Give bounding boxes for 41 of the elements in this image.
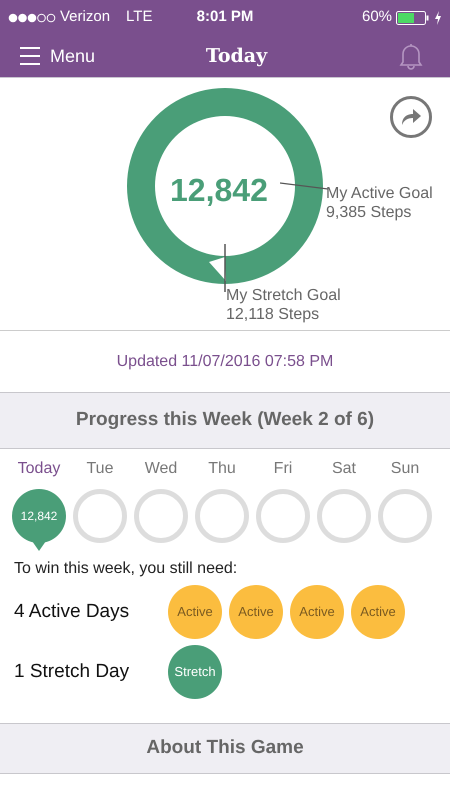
leader-line: [280, 182, 328, 190]
page-title: Today: [204, 44, 269, 69]
day-label: Sat: [332, 459, 356, 479]
day-badge: Active: [229, 585, 283, 639]
battery-text: 60%: [362, 7, 392, 28]
updated-text: Updated 11/07/2016 07:58 PM: [116, 352, 334, 372]
section-header[interactable]: About This Game: [0, 723, 450, 774]
network-text: LTE: [126, 7, 152, 28]
day-steps: 12,842: [20, 507, 58, 525]
pointer-icon: [32, 541, 46, 551]
day-badge: Active: [351, 585, 405, 639]
step-count: 12,842: [170, 171, 268, 210]
day-badge: Stretch: [168, 645, 222, 699]
day-label: Wed: [144, 459, 178, 479]
day-badge: Active: [168, 585, 222, 639]
day-badge: Active: [290, 585, 344, 639]
need-label: 1 Stretch Day: [14, 660, 130, 684]
signal-icon: [8, 12, 56, 22]
clock-text: 8:01 PM: [196, 7, 254, 28]
share-icon: [400, 108, 422, 126]
need-label: 4 Active Days: [14, 600, 130, 624]
active-goal-steps: 9,385 Steps: [326, 203, 433, 222]
charging-icon: [434, 10, 442, 24]
stretch-goal-label: My Stretch Goal: [226, 286, 341, 305]
leader-line: [223, 244, 227, 292]
active-goal-label: My Active Goal: [326, 184, 433, 203]
need-text: To win this week, you still need:: [14, 559, 238, 579]
day-label: Fri: [274, 459, 292, 479]
bell-icon[interactable]: [398, 42, 424, 70]
day-label: Sun: [390, 459, 420, 479]
battery-icon: [396, 10, 430, 24]
day-label: Thu: [208, 459, 236, 479]
carrier-text: Verizon: [60, 7, 110, 28]
stretch-goal-steps: 12,118 Steps: [226, 305, 341, 324]
share-button[interactable]: [390, 96, 432, 138]
day-label: Tue: [86, 459, 114, 479]
menu-icon: [18, 46, 42, 66]
menu-button[interactable]: Menu: [18, 42, 96, 70]
day-label: Today: [18, 459, 60, 479]
about-header: About This Game: [146, 736, 304, 760]
week-header: Progress this Week (Week 2 of 6): [76, 408, 374, 432]
